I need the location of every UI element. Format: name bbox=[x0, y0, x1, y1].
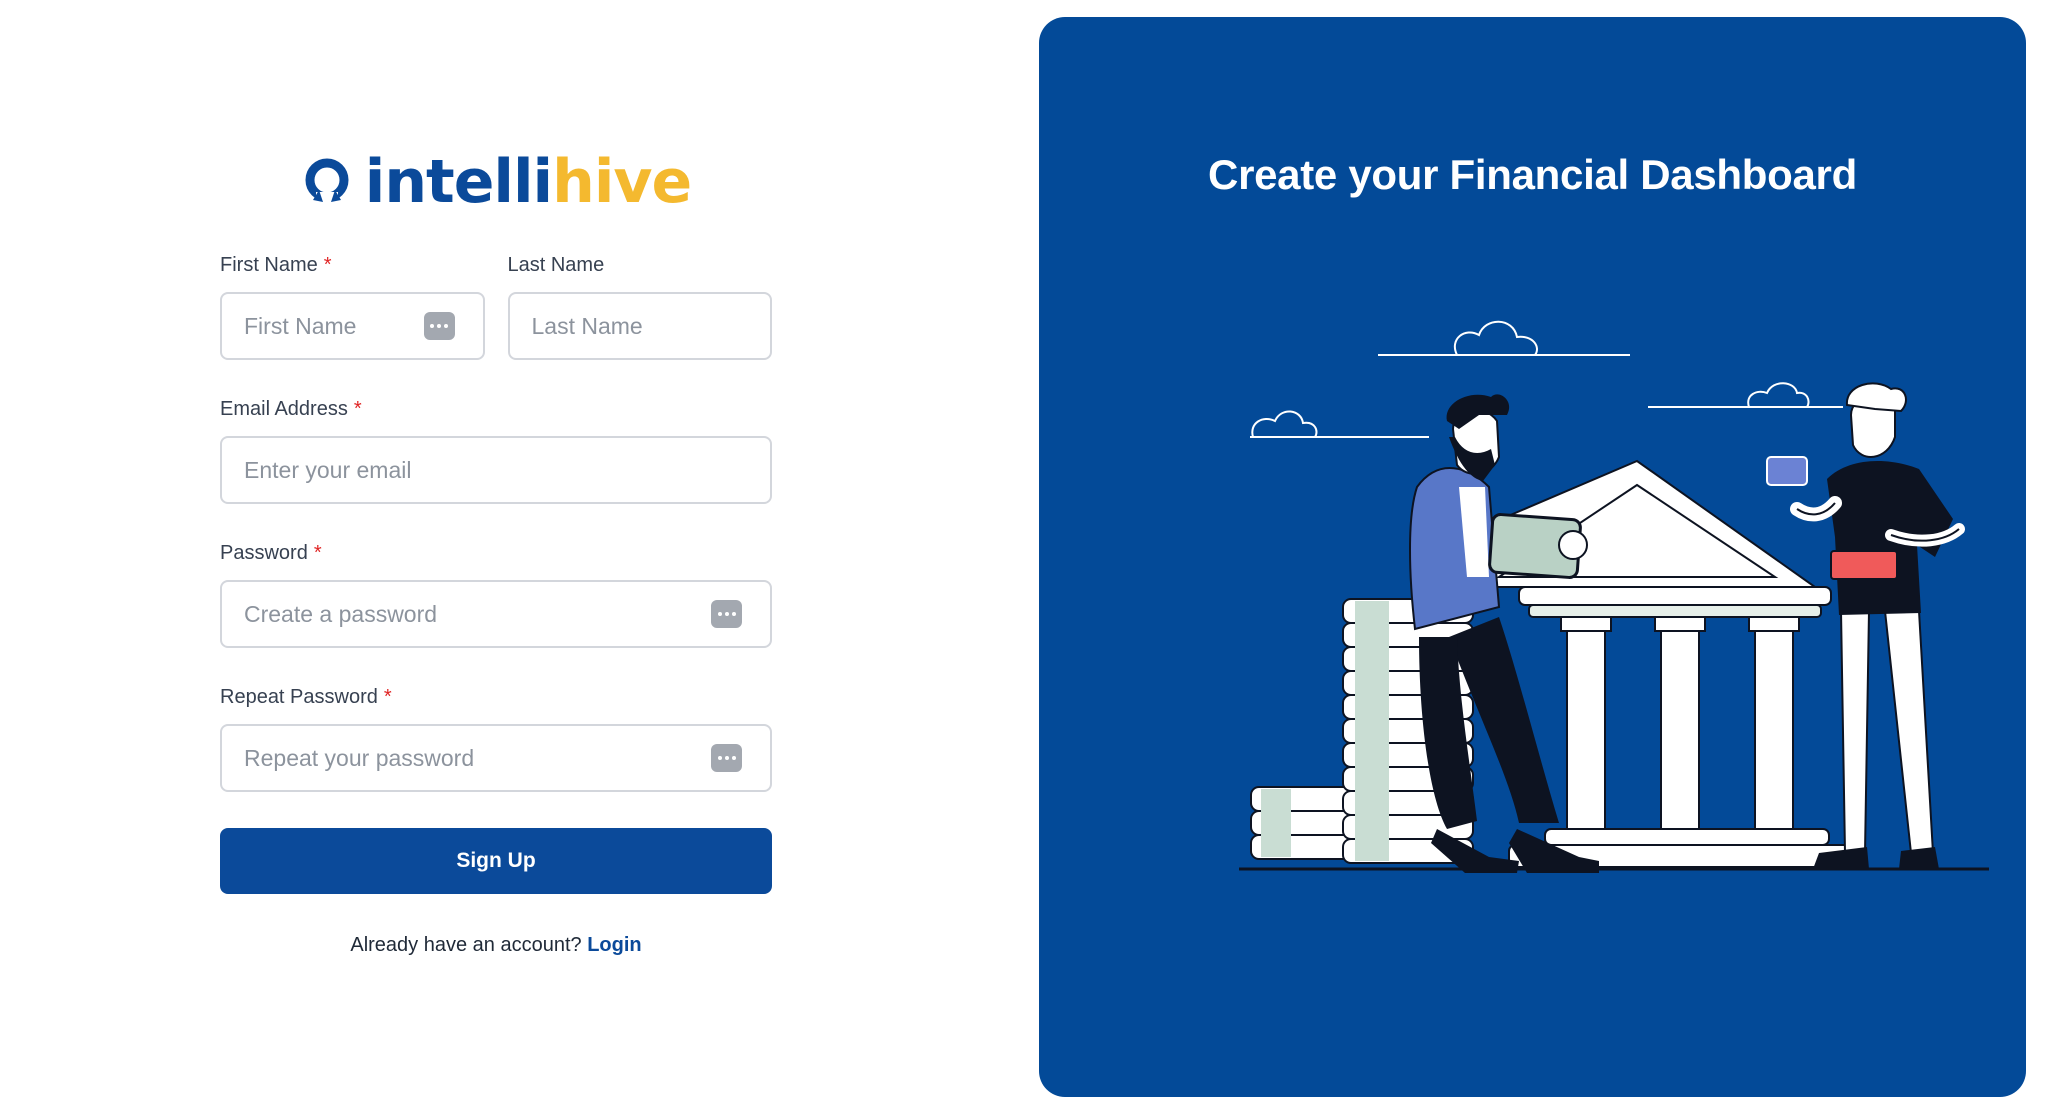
required-mark: * bbox=[313, 542, 322, 564]
email-label: Email Address * bbox=[220, 396, 772, 422]
repeat-password-input-box bbox=[220, 724, 772, 792]
email-label-text: Email Address bbox=[220, 398, 348, 420]
repeat-password-label: Repeat Password * bbox=[220, 684, 772, 710]
last-name-input-box bbox=[507, 292, 772, 360]
signup-page: intellihive First Name* Last Name Email … bbox=[0, 0, 2048, 1108]
password-manager-icon[interactable] bbox=[711, 600, 742, 628]
repeat-password-label-text: Repeat Password bbox=[220, 686, 378, 708]
password-input[interactable] bbox=[222, 582, 770, 646]
password-label-text: Password bbox=[220, 542, 308, 564]
login-prompt: Already have an account? Login bbox=[220, 934, 772, 957]
email-input-box bbox=[220, 436, 772, 504]
logo-text-hive: hive bbox=[552, 147, 692, 217]
last-name-field: Last Name bbox=[507, 252, 772, 360]
email-input[interactable] bbox=[222, 438, 770, 502]
logo-text: intellihive bbox=[365, 152, 692, 212]
email-field: Email Address * bbox=[220, 396, 772, 504]
first-name-label-text: First Name bbox=[220, 254, 318, 276]
signup-form: intellihive First Name* Last Name Email … bbox=[220, 150, 772, 957]
logo-mark-icon bbox=[305, 158, 349, 204]
required-mark: * bbox=[353, 398, 362, 420]
password-label: Password * bbox=[220, 540, 772, 566]
name-row: First Name* Last Name bbox=[220, 252, 772, 396]
promo-panel: Create your Financial Dashboard bbox=[1039, 17, 2026, 1097]
password-input-box bbox=[220, 580, 772, 648]
repeat-password-input[interactable] bbox=[222, 726, 770, 790]
bank-illustration bbox=[1239, 320, 1989, 873]
repeat-password-field: Repeat Password * bbox=[220, 684, 772, 792]
login-prompt-text: Already have an account? bbox=[350, 934, 582, 956]
required-mark: * bbox=[323, 254, 332, 276]
last-name-label: Last Name bbox=[507, 254, 605, 276]
password-manager-icon[interactable] bbox=[423, 312, 455, 340]
sign-up-button[interactable]: Sign Up bbox=[220, 828, 772, 894]
required-mark: * bbox=[383, 686, 392, 708]
first-name-label: First Name * bbox=[220, 252, 485, 278]
password-field: Password * bbox=[220, 540, 772, 648]
clouds bbox=[1250, 320, 1843, 438]
first-name-field: First Name * bbox=[220, 252, 485, 360]
login-link[interactable]: Login bbox=[587, 934, 641, 956]
first-name-input-box bbox=[220, 292, 485, 360]
last-name-input[interactable] bbox=[509, 294, 770, 358]
logo: intellihive bbox=[220, 150, 772, 214]
password-manager-icon[interactable] bbox=[711, 744, 742, 772]
logo-text-intelli: intelli bbox=[364, 147, 553, 217]
